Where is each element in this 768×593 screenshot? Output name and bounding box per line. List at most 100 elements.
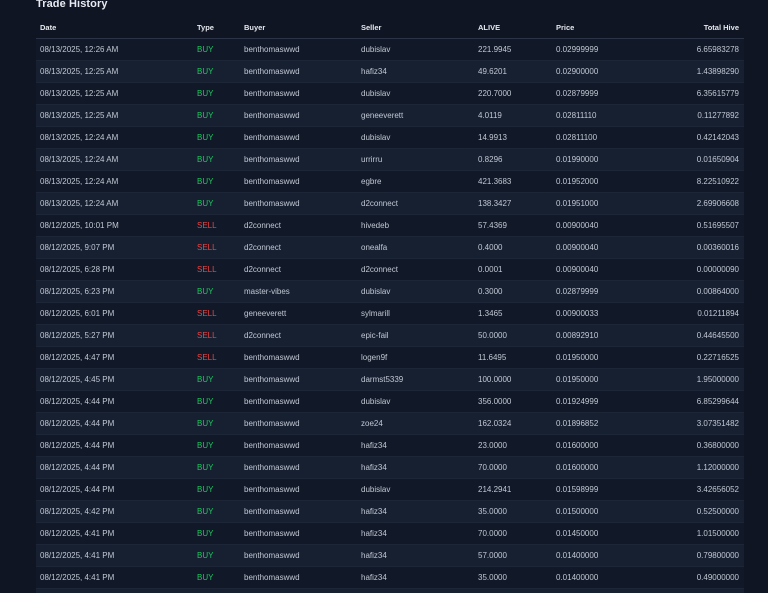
table-row[interactable]: 08/12/2025, 4:42 PM BUY benthomaswwd hafiz3… xyxy=(36,500,744,523)
seller-cell[interactable]: hivedeb xyxy=(357,214,474,237)
seller-cell[interactable]: logen9f xyxy=(357,346,474,369)
table-row[interactable]: 08/12/2025, 4:44 PM BUY benthomaswwd hafiz3… xyxy=(36,434,744,457)
table-row[interactable]: 08/12/2025, 4:44 PM BUY benthomaswwd dubisl… xyxy=(36,478,744,501)
column-header-total-hive[interactable]: Total Hive xyxy=(642,17,744,39)
total-hive-cell: 1.43898290 xyxy=(642,60,744,83)
table-row[interactable]: 08/12/2025, 4:41 PM BUY benthomaswwd hafiz3… xyxy=(36,566,744,589)
price-cell: 0.01950000 xyxy=(552,346,642,369)
table-row[interactable]: 08/13/2025, 12:25 AM BUY benthomaswwd hafiz… xyxy=(36,60,744,83)
buyer-cell[interactable]: benthomaswwd xyxy=(240,60,357,83)
column-header-seller[interactable]: Seller xyxy=(357,17,474,39)
table-row[interactable]: 08/12/2025, 6:23 PM BUY master-vibes dubisl… xyxy=(36,280,744,303)
seller-cell[interactable]: d2connect xyxy=(357,258,474,281)
buyer-cell[interactable]: benthomaswwd xyxy=(240,412,357,435)
seller-cell[interactable]: onealfa xyxy=(357,236,474,259)
total-hive-cell: 1.12000000 xyxy=(642,456,744,479)
buyer-cell[interactable]: master-vibes xyxy=(240,280,357,303)
buyer-cell[interactable]: benthomaswwd xyxy=(240,38,357,61)
total-hive-cell: 0.00000090 xyxy=(642,258,744,281)
seller-cell[interactable]: helios.publisher xyxy=(357,588,474,593)
buyer-cell[interactable]: benthomaswwd xyxy=(240,434,357,457)
table-row[interactable]: 08/13/2025, 12:24 AM BUY benthomaswwd d2con… xyxy=(36,192,744,215)
table-row[interactable]: 08/12/2025, 4:44 PM BUY benthomaswwd zoe24 1… xyxy=(36,412,744,435)
table-row[interactable]: 08/12/2025, 4:41 PM BUY benthomaswwd hafiz3… xyxy=(36,544,744,567)
buyer-cell[interactable]: benthomaswwd xyxy=(240,500,357,523)
table-row[interactable]: 08/13/2025, 12:26 AM BUY benthomaswwd dubis… xyxy=(36,38,744,61)
seller-cell[interactable]: zoe24 xyxy=(357,412,474,435)
seller-cell[interactable]: epic-fail xyxy=(357,324,474,347)
column-header-date[interactable]: Date xyxy=(36,17,193,39)
seller-cell[interactable]: dubislav xyxy=(357,82,474,105)
seller-cell[interactable]: dubislav xyxy=(357,478,474,501)
buyer-cell[interactable]: benthomaswwd xyxy=(240,368,357,391)
buyer-cell[interactable]: benthomaswwd xyxy=(240,456,357,479)
table-row[interactable]: 08/12/2025, 4:44 PM BUY benthomaswwd hafiz3… xyxy=(36,456,744,479)
price-cell: 0.02811110 xyxy=(552,104,642,127)
buyer-cell[interactable]: geneeverett xyxy=(240,302,357,325)
buyer-cell[interactable]: benthomaswwd xyxy=(240,346,357,369)
seller-cell[interactable]: hafiz34 xyxy=(357,566,474,589)
type-cell: BUY xyxy=(193,38,240,61)
seller-cell[interactable]: urrirru xyxy=(357,148,474,171)
type-cell: BUY xyxy=(193,126,240,149)
seller-cell[interactable]: d2connect xyxy=(357,192,474,215)
table-row[interactable]: 08/12/2025, 10:01 PM SELL d2connect hivedeb… xyxy=(36,214,744,237)
buyer-cell[interactable]: benthomaswwd xyxy=(240,192,357,215)
table-row[interactable]: 08/12/2025, 4:41 PM BUY benthomaswwd hafiz3… xyxy=(36,522,744,545)
buyer-cell[interactable]: benthomaswwd xyxy=(240,522,357,545)
seller-cell[interactable]: geneeverett xyxy=(357,104,474,127)
seller-cell[interactable]: sylmarill xyxy=(357,302,474,325)
table-row[interactable]: 08/13/2025, 12:24 AM BUY benthomaswwd egbre… xyxy=(36,170,744,193)
buyer-cell[interactable]: benthomaswwd xyxy=(240,170,357,193)
seller-cell[interactable]: egbre xyxy=(357,170,474,193)
date-cell: 08/12/2025, 6:28 PM xyxy=(36,258,193,281)
table-row[interactable]: 08/12/2025, 4:41 PMBUYbenthomaswwdhelios… xyxy=(36,588,744,593)
seller-cell[interactable]: dubislav xyxy=(357,390,474,413)
table-row[interactable]: 08/12/2025, 9:07 PM SELL d2connect onealfa 0… xyxy=(36,236,744,259)
table-row[interactable]: 08/12/2025, 5:27 PM SELL d2connect epic-fai… xyxy=(36,324,744,347)
date-cell: 08/12/2025, 4:41 PM xyxy=(36,544,193,567)
table-row[interactable]: 08/12/2025, 6:01 PM SELL geneeverett sylmar… xyxy=(36,302,744,325)
seller-cell[interactable]: hafiz34 xyxy=(357,544,474,567)
buyer-cell[interactable]: benthomaswwd xyxy=(240,82,357,105)
table-row[interactable]: 08/12/2025, 4:45 PM BUY benthomaswwd darmst… xyxy=(36,368,744,391)
seller-cell[interactable]: hafiz34 xyxy=(357,434,474,457)
column-header-price[interactable]: Price xyxy=(552,17,642,39)
seller-cell[interactable]: dubislav xyxy=(357,280,474,303)
buyer-cell[interactable]: benthomaswwd xyxy=(240,588,357,593)
total-hive-cell: 2.69906608 xyxy=(642,192,744,215)
buyer-cell[interactable]: benthomaswwd xyxy=(240,390,357,413)
seller-cell[interactable]: darmst5339 xyxy=(357,368,474,391)
seller-cell[interactable]: hafiz34 xyxy=(357,60,474,83)
seller-cell[interactable]: dubislav xyxy=(357,38,474,61)
buyer-cell[interactable]: d2connect xyxy=(240,258,357,281)
seller-cell[interactable]: hafiz34 xyxy=(357,500,474,523)
buyer-cell[interactable]: benthomaswwd xyxy=(240,566,357,589)
buyer-cell[interactable]: benthomaswwd xyxy=(240,126,357,149)
alive-amount-cell: 50.0000 xyxy=(474,324,552,347)
column-header-type[interactable]: Type xyxy=(193,17,240,39)
total-hive-cell: 0.79800000 xyxy=(642,544,744,567)
seller-cell[interactable]: hafiz34 xyxy=(357,456,474,479)
buyer-cell[interactable]: benthomaswwd xyxy=(240,544,357,567)
seller-cell[interactable]: dubislav xyxy=(357,126,474,149)
table-row[interactable]: 08/13/2025, 12:25 AM BUY benthomaswwd genee… xyxy=(36,104,744,127)
seller-cell[interactable]: hafiz34 xyxy=(357,522,474,545)
buyer-cell[interactable]: benthomaswwd xyxy=(240,148,357,171)
type-cell: BUY xyxy=(193,566,240,589)
buyer-cell[interactable]: d2connect xyxy=(240,324,357,347)
column-header-alive[interactable]: ALIVE xyxy=(474,17,552,39)
table-row[interactable]: 08/13/2025, 12:25 AM BUY benthomaswwd dubis… xyxy=(36,82,744,105)
buyer-cell[interactable]: d2connect xyxy=(240,236,357,259)
table-row[interactable]: 08/13/2025, 12:24 AM BUY benthomaswwd urrir… xyxy=(36,148,744,171)
buyer-cell[interactable]: benthomaswwd xyxy=(240,478,357,501)
table-row[interactable]: 08/13/2025, 12:24 AM BUY benthomaswwd dubis… xyxy=(36,126,744,149)
price-cell: 0.00900033 xyxy=(552,302,642,325)
buyer-cell[interactable]: d2connect xyxy=(240,214,357,237)
table-row[interactable]: 08/12/2025, 6:28 PM SELL d2connect d2connec… xyxy=(36,258,744,281)
date-cell: 08/13/2025, 12:25 AM xyxy=(36,104,193,127)
table-row[interactable]: 08/12/2025, 4:47 PM SELL benthomaswwd logen… xyxy=(36,346,744,369)
buyer-cell[interactable]: benthomaswwd xyxy=(240,104,357,127)
table-row[interactable]: 08/12/2025, 4:44 PM BUY benthomaswwd dubisl… xyxy=(36,390,744,413)
column-header-buyer[interactable]: Buyer xyxy=(240,17,357,39)
